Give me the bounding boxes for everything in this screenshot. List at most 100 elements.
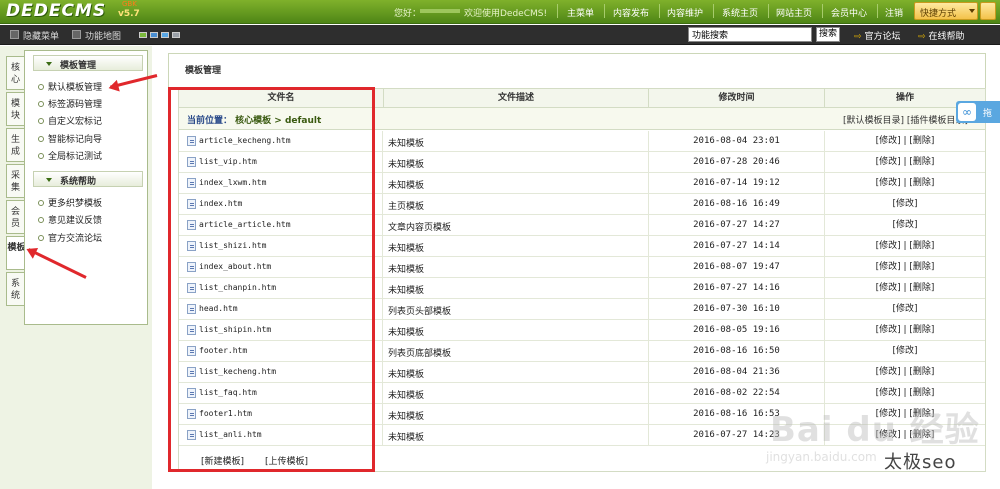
side-share-button[interactable]: ∞ 拖 — [956, 101, 1000, 123]
skin-lightblue-swatch[interactable] — [161, 32, 169, 38]
sidebar-menu: 模板管理 默认模板管理 标签源码管理 自定义宏标记 智能标记向导 全局标记测试 … — [24, 50, 148, 325]
tab-templates[interactable]: 模板 — [6, 236, 26, 270]
tab-collect[interactable]: 采集 — [6, 164, 24, 198]
actions-cell[interactable]: [修改] | [删除] — [825, 278, 985, 298]
nav-content-maintain[interactable]: 内容维护 — [667, 6, 703, 19]
quick-menu-label: 快捷方式 — [920, 9, 957, 19]
tab-core[interactable]: 核心 — [6, 56, 24, 90]
username-blurred — [420, 9, 460, 13]
watermark-url: jingyan.baidu.com — [766, 450, 877, 464]
nav-logout[interactable]: 注销 — [885, 6, 903, 19]
table-row: list_chanpin.htm 未知模板 2016-07-27 14:16 [修改]… — [179, 278, 985, 299]
sidebar-item-custom-macro[interactable]: 自定义宏标记 — [37, 114, 102, 127]
watermark-brand: 太极seo — [884, 452, 957, 473]
filename-link[interactable]: list_anli.htm — [199, 430, 262, 439]
function-search-input[interactable] — [688, 27, 812, 42]
sidebar-item-more-templates[interactable]: 更多织梦模板 — [37, 196, 102, 209]
quick-extra-button[interactable] — [980, 2, 996, 20]
sidebar-item-official-forum[interactable]: 官方交流论坛 — [37, 231, 102, 244]
actions-cell[interactable]: [修改] | [删除] — [825, 236, 985, 256]
new-template-button[interactable]: [新建模板] — [201, 454, 244, 467]
nav-divider — [822, 4, 823, 18]
sidebar-item-feedback[interactable]: 意见建议反馈 — [37, 213, 102, 226]
actions-cell[interactable]: [修改] — [825, 299, 985, 319]
filename-link[interactable]: index_about.htm — [199, 262, 271, 271]
help-link[interactable]: ⇨ 在线帮助 — [918, 29, 965, 42]
description-cell: 未知模板 — [384, 383, 649, 403]
template-dir-links[interactable]: [默认模板目录] [插件模板目录] — [843, 113, 968, 126]
filename-cell: list_shipin.htm — [179, 320, 383, 340]
description-cell: 未知模板 — [384, 236, 649, 256]
filename-link[interactable]: footer.htm — [199, 346, 247, 355]
file-icon — [187, 388, 196, 398]
filename-cell: list_chanpin.htm — [179, 278, 383, 298]
modified-time-cell: 2016-07-27 14:27 — [649, 215, 825, 235]
description-cell: 未知模板 — [384, 173, 649, 193]
search-button[interactable]: 搜索 — [816, 27, 840, 42]
tab-generate[interactable]: 生成 — [6, 128, 24, 162]
filename-cell: footer.htm — [179, 341, 383, 361]
filename-link[interactable]: list_chanpin.htm — [199, 283, 276, 292]
filename-link[interactable]: head.htm — [199, 304, 238, 313]
sidebar-item-global-tag-test[interactable]: 全局标记测试 — [37, 149, 102, 162]
actions-cell[interactable]: [修改] — [825, 194, 985, 214]
quick-menu-button[interactable]: 快捷方式 — [914, 2, 978, 20]
actions-cell[interactable]: [修改] | [删除] — [825, 362, 985, 382]
sidebar-item-default-templates[interactable]: 默认模板管理 — [37, 80, 102, 93]
file-icon — [187, 241, 196, 251]
menu-section-header[interactable]: 系统帮助 — [33, 171, 143, 187]
filename-link[interactable]: footer1.htm — [199, 409, 252, 418]
actions-cell[interactable]: [修改] | [删除] — [825, 131, 985, 151]
logo: DEDECMS — [6, 1, 107, 21]
function-map-link[interactable]: 功能地图 — [85, 29, 121, 42]
filename-link[interactable]: list_faq.htm — [199, 388, 257, 397]
nav-main-menu[interactable]: 主菜单 — [567, 6, 594, 19]
skin-blue-swatch[interactable] — [150, 32, 158, 38]
description-cell: 列表页底部模板 — [384, 341, 649, 361]
sidebar-item-tag-source[interactable]: 标签源码管理 — [37, 97, 102, 110]
filename-link[interactable]: article_kecheng.htm — [199, 136, 291, 145]
menu-section-title: 模板管理 — [60, 61, 97, 71]
modified-time-cell: 2016-07-28 20:46 — [649, 152, 825, 172]
nav-content-publish[interactable]: 内容发布 — [613, 6, 649, 19]
modified-time-cell: 2016-07-14 19:12 — [649, 173, 825, 193]
filename-link[interactable]: list_kecheng.htm — [199, 367, 276, 376]
function-map-icon — [72, 30, 81, 39]
menu-section-header[interactable]: 模板管理 — [33, 55, 143, 71]
file-icon — [187, 136, 196, 146]
nav-member-center[interactable]: 会员中心 — [831, 6, 867, 19]
modified-time-cell: 2016-08-07 19:47 — [649, 257, 825, 277]
tab-modules[interactable]: 模块 — [6, 92, 24, 126]
filename-link[interactable]: index_lxwm.htm — [199, 178, 266, 187]
tab-members[interactable]: 会员 — [6, 200, 24, 234]
table-row: index_about.htm 未知模板 2016-08-07 19:47 [修改] … — [179, 257, 985, 278]
filename-link[interactable]: list_vip.htm — [199, 157, 257, 166]
actions-cell[interactable]: [修改] — [825, 341, 985, 361]
breadcrumb-path: 核心模板 > default — [235, 116, 322, 126]
skin-green-swatch[interactable] — [139, 32, 147, 38]
filename-link[interactable]: list_shizi.htm — [199, 241, 266, 250]
description-cell: 未知模板 — [384, 278, 649, 298]
actions-cell[interactable]: [修改] | [删除] — [825, 320, 985, 340]
forum-link-label: 官方论坛 — [864, 32, 901, 42]
nav-site-home[interactable]: 网站主页 — [776, 6, 812, 19]
filename-link[interactable]: index.htm — [199, 199, 242, 208]
filename-cell: list_anli.htm — [179, 425, 383, 445]
upload-template-button[interactable]: [上传模板] — [265, 454, 308, 467]
actions-cell[interactable]: [修改] — [825, 215, 985, 235]
filename-cell: head.htm — [179, 299, 383, 319]
modified-time-cell: 2016-08-16 16:50 — [649, 341, 825, 361]
actions-cell[interactable]: [修改] | [删除] — [825, 257, 985, 277]
actions-cell[interactable]: [修改] | [删除] — [825, 152, 985, 172]
hide-menu-link[interactable]: 隐藏菜单 — [23, 29, 59, 42]
breadcrumb-prefix: 当前位置： — [187, 116, 233, 126]
filename-link[interactable]: list_shipin.htm — [199, 325, 271, 334]
filename-link[interactable]: article_article.htm — [199, 220, 291, 229]
table-row: index.htm 主页模板 2016-08-16 16:49 [修改] — [179, 194, 985, 215]
sidebar-item-smart-tag-wizard[interactable]: 智能标记向导 — [37, 132, 102, 145]
forum-link[interactable]: ⇨ 官方论坛 — [854, 29, 901, 42]
actions-cell[interactable]: [修改] | [删除] — [825, 173, 985, 193]
skin-gray-swatch[interactable] — [172, 32, 180, 38]
nav-system-home[interactable]: 系统主页 — [722, 6, 758, 19]
tab-system[interactable]: 系统 — [6, 272, 24, 306]
